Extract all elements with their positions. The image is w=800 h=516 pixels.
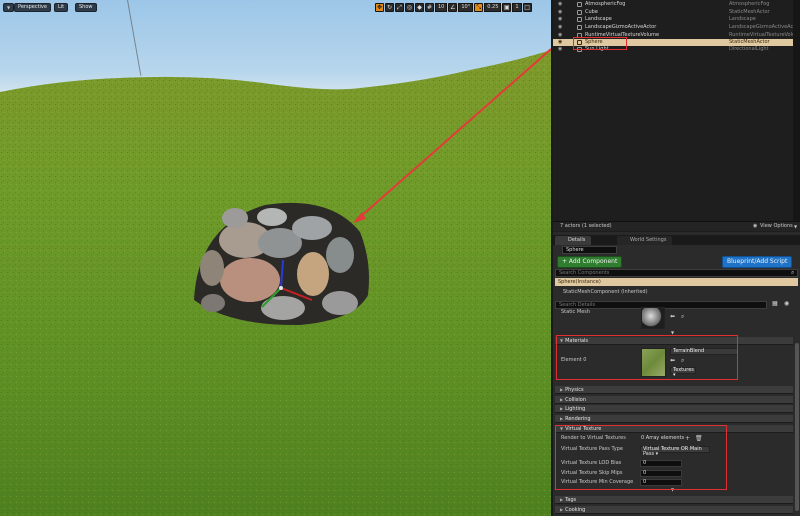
visibility-eye-icon[interactable]: ◉ bbox=[558, 39, 562, 46]
details-tab-bar: Details World Settings bbox=[553, 235, 800, 245]
physics-section-label: Physics bbox=[565, 387, 584, 393]
grid-snap-icon[interactable]: # bbox=[425, 3, 434, 12]
actor-icon bbox=[577, 25, 582, 30]
actor-type: Landscape bbox=[729, 16, 756, 22]
details-scrollbar[interactable] bbox=[795, 343, 799, 511]
select-mode-icon[interactable]: ✥ bbox=[375, 3, 384, 12]
world-outliner: ◉ AtmosphericFog AtmosphericFog ◉ Cube S… bbox=[553, 0, 800, 232]
add-component-button[interactable]: + Add Component bbox=[557, 256, 623, 268]
actor-icon bbox=[577, 17, 582, 22]
scale-mode-icon[interactable]: ⤢ bbox=[395, 3, 404, 12]
grid-view-icon[interactable]: ▦ bbox=[772, 300, 778, 307]
grid-snap-value[interactable]: 10 bbox=[435, 3, 448, 12]
lit-button[interactable]: Lit bbox=[54, 3, 69, 12]
outliner-row[interactable]: ◉ LandscapeGizmoActiveActor LandscapeGiz… bbox=[553, 24, 800, 31]
world-space-icon[interactable]: ◎ bbox=[405, 3, 414, 12]
visibility-eye-icon[interactable]: ◉ bbox=[558, 32, 562, 39]
component-root-row[interactable]: Sphere(Instance) bbox=[555, 278, 798, 286]
actor-name: LandscapeGizmoActiveActor bbox=[585, 24, 657, 30]
tab-details-label: Details bbox=[568, 237, 586, 243]
actor-count: 7 actors (1 selected) bbox=[560, 223, 612, 229]
rendering-section-header[interactable]: ▶ Rendering bbox=[555, 415, 793, 423]
search-components-input[interactable]: Search Components bbox=[555, 269, 798, 277]
annotation-box-virtual-texture bbox=[555, 425, 727, 490]
scale-snap-value[interactable]: 0.25 bbox=[484, 3, 502, 12]
outliner-scrollbar[interactable] bbox=[793, 0, 800, 222]
perspective-label: Perspective bbox=[18, 4, 47, 10]
lighting-section-label: Lighting bbox=[565, 406, 586, 412]
cooking-section-header[interactable]: ▶ Cooking bbox=[555, 506, 793, 514]
surface-snap-icon[interactable]: ◆ bbox=[415, 3, 424, 12]
visibility-eye-icon[interactable]: ◉ bbox=[558, 46, 562, 53]
show-button[interactable]: Show bbox=[75, 3, 97, 12]
scale-snap-icon[interactable]: ⤡ bbox=[474, 3, 484, 12]
view-options-button[interactable]: View Options bbox=[760, 222, 793, 231]
eye-icon: ◉ bbox=[753, 223, 758, 229]
search-icon[interactable]: ⌕ bbox=[681, 313, 684, 320]
details-panel: Sphere + Add Component Blueprint/Add Scr… bbox=[553, 245, 800, 516]
physics-section-header[interactable]: ▶ Physics bbox=[555, 386, 793, 394]
chevron-down-icon: ▼ bbox=[794, 224, 798, 229]
actor-name: Cube bbox=[585, 9, 598, 15]
blueprint-add-script-button[interactable]: Blueprint/Add Script bbox=[722, 256, 793, 268]
scene-render bbox=[0, 48, 551, 516]
actor-type: DirectionalLight bbox=[729, 46, 769, 52]
tab-details[interactable]: Details bbox=[555, 236, 592, 245]
visibility-eye-icon[interactable]: ◉ bbox=[558, 1, 562, 8]
actor-type: AtmosphericFog bbox=[729, 1, 770, 7]
visibility-eye-icon[interactable]: ◉ bbox=[558, 9, 562, 16]
arrow-left-icon[interactable]: ⬅ bbox=[670, 313, 675, 320]
rendering-section-label: Rendering bbox=[565, 416, 591, 422]
cooking-section-label: Cooking bbox=[565, 507, 586, 513]
lighting-section-header[interactable]: ▶ Lighting bbox=[555, 405, 793, 413]
rotate-mode-icon[interactable]: ↻ bbox=[385, 3, 394, 12]
viewport-menu-button[interactable]: ▼ bbox=[3, 3, 15, 12]
visibility-eye-icon[interactable]: ◉ bbox=[558, 24, 562, 31]
outliner-row[interactable]: ◉ AtmosphericFog AtmosphericFog bbox=[553, 1, 793, 8]
level-viewport[interactable]: ▼ Perspective Lit Show ✥ ↻ ⤢ ◎ ◆ # 10 ∠ … bbox=[0, 0, 551, 516]
visibility-eye-icon[interactable]: ◉ bbox=[558, 16, 562, 23]
actor-type: StaticMeshActor bbox=[729, 39, 770, 45]
tab-world-settings-label: World Settings bbox=[630, 237, 667, 243]
actor-type: StaticMeshActor bbox=[729, 9, 770, 15]
component-child-row[interactable]: StaticMeshComponent (Inherited) bbox=[555, 288, 798, 296]
perspective-button[interactable]: Perspective bbox=[14, 3, 51, 12]
viewport-toolbar: ✥ ↻ ⤢ ◎ ◆ # 10 ∠ 10° ⤡ 0.25 ▣ 1 □ bbox=[375, 2, 532, 13]
camera-speed-value[interactable]: 1 bbox=[512, 3, 522, 12]
rotation-snap-value[interactable]: 10° bbox=[458, 3, 474, 12]
right-panel: ◉ AtmosphericFog AtmosphericFog ◉ Cube S… bbox=[553, 0, 800, 516]
search-icon: ⌕ bbox=[791, 269, 795, 276]
outliner-row[interactable]: ◉ Cube StaticMeshActor bbox=[553, 9, 793, 16]
tags-section-label: Tags bbox=[565, 497, 577, 503]
actor-type: LandscapeGizmoActiveActor bbox=[729, 24, 800, 30]
outliner-footer: 7 actors (1 selected) ◉ View Options ▼ bbox=[553, 221, 800, 231]
collision-section-header[interactable]: ▶ Collision bbox=[555, 396, 793, 404]
visibility-options-icon[interactable]: ◉ bbox=[784, 300, 789, 307]
static-mesh-label: Static Mesh bbox=[561, 309, 591, 315]
actor-name: AtmosphericFog bbox=[585, 1, 626, 7]
static-mesh-thumbnail[interactable] bbox=[641, 307, 665, 329]
show-label: Show bbox=[79, 4, 93, 10]
actor-icon bbox=[577, 10, 582, 15]
annotation-box-sphere bbox=[573, 37, 627, 50]
camera-speed-icon[interactable]: ▣ bbox=[502, 3, 512, 12]
actor-name: Landscape bbox=[585, 16, 612, 22]
outliner-row[interactable]: ◉ Landscape Landscape bbox=[553, 16, 793, 23]
actor-type: RuntimeVirtualTextureVolume bbox=[729, 32, 800, 38]
actor-name-field[interactable]: Sphere bbox=[562, 246, 617, 254]
annotation-box-materials bbox=[556, 335, 738, 380]
maximize-viewport-icon[interactable]: □ bbox=[522, 3, 532, 12]
actor-icon bbox=[577, 2, 582, 7]
tags-section-header[interactable]: ▶ Tags bbox=[555, 496, 793, 504]
lit-label: Lit bbox=[58, 4, 65, 10]
rotation-snap-icon[interactable]: ∠ bbox=[448, 3, 458, 12]
collision-section-label: Collision bbox=[565, 397, 587, 403]
tab-world-settings[interactable]: World Settings bbox=[617, 236, 673, 245]
